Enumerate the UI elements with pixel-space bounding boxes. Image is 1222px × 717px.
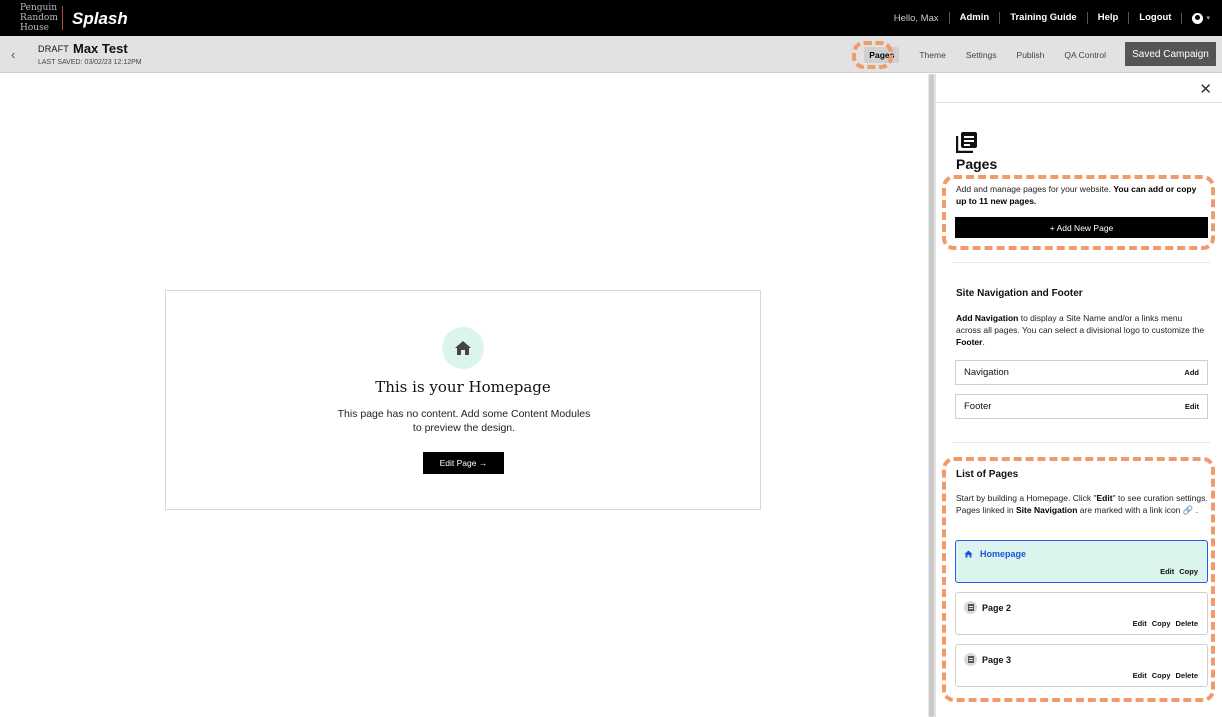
penguin-random-house-logo[interactable]: Penguin Random House [20, 3, 58, 33]
scrollbar-thumb[interactable] [929, 74, 934, 717]
canvas-scrollbar[interactable] [928, 74, 935, 717]
homepage-title: This is your Homepage [375, 378, 551, 396]
divider [936, 102, 1222, 103]
training-guide-link[interactable]: Training Guide [999, 12, 1087, 24]
help-link[interactable]: Help [1086, 12, 1129, 24]
logo-line: House [20, 23, 50, 33]
status-badge: DRAFT [38, 44, 69, 54]
list-of-pages-highlight [942, 457, 1215, 702]
tab-theme[interactable]: Theme [919, 50, 945, 60]
edit-page-button[interactable]: Edit Page → [423, 452, 504, 474]
logout-link[interactable]: Logout [1128, 12, 1181, 24]
logo-line: Penguin [20, 3, 58, 13]
tab-qa-control[interactable]: QA Control [1064, 50, 1106, 60]
desc-text: . [982, 337, 985, 347]
homepage-placeholder-card: This is your Homepage This page has no c… [165, 290, 761, 510]
homepage-empty-text: This page has no content. Add some Conte… [337, 408, 591, 434]
saved-campaign-button[interactable]: Saved Campaign [1125, 42, 1216, 66]
tab-settings[interactable]: Settings [966, 50, 997, 60]
desc-bold: Add Navigation [956, 313, 1019, 323]
footer-row[interactable]: Footer Edit [955, 394, 1208, 419]
pages-icon [955, 131, 978, 158]
navigation-label: Navigation [964, 367, 1009, 378]
navigation-row[interactable]: Navigation Add [955, 360, 1208, 385]
admin-link[interactable]: Admin [948, 12, 1000, 24]
desc-bold: Footer [956, 337, 983, 347]
pages-tab-highlight [852, 41, 893, 69]
campaign-tabs: Pages Theme Settings Publish QA Control [864, 36, 1106, 73]
close-icon[interactable]: ✕ [1199, 80, 1212, 98]
top-bar: Penguin Random House Splash Hello, Max A… [0, 0, 1222, 36]
add-page-highlight [942, 175, 1215, 250]
edit-footer-button[interactable]: Edit [1185, 402, 1199, 411]
site-nav-section-title: Site Navigation and Footer [956, 288, 1083, 299]
greeting: Hello, Max [893, 12, 939, 24]
campaign-bar: ‹ DRAFT Max Test LAST SAVED: 03/02/23 12… [0, 36, 1222, 73]
preview-canvas: This is your Homepage This page has no c… [0, 74, 928, 717]
divider [952, 262, 1210, 263]
site-nav-description: Add Navigation to display a Site Name an… [956, 312, 1208, 348]
divider [952, 442, 1210, 443]
app-logo[interactable]: Splash [72, 9, 128, 29]
tab-publish[interactable]: Publish [1017, 50, 1045, 60]
user-icon [1192, 12, 1204, 24]
top-nav: Hello, Max Admin Training Guide Help Log… [894, 0, 1210, 36]
panel-title: Pages [956, 156, 998, 172]
logo-divider [62, 6, 63, 30]
back-chevron-icon[interactable]: ‹ [11, 47, 15, 62]
footer-label: Footer [964, 401, 992, 412]
user-menu[interactable]: ▾ [1181, 12, 1210, 24]
home-icon [442, 327, 484, 369]
campaign-title: Max Test [73, 41, 128, 56]
pages-panel: ✕ Pages Add and manage pages for your we… [935, 74, 1222, 717]
chevron-down-icon: ▾ [1206, 15, 1210, 22]
add-navigation-button[interactable]: Add [1184, 368, 1199, 377]
last-saved-text: LAST SAVED: 03/02/23 12:12PM [38, 59, 142, 66]
logo-line: Random [20, 13, 58, 23]
